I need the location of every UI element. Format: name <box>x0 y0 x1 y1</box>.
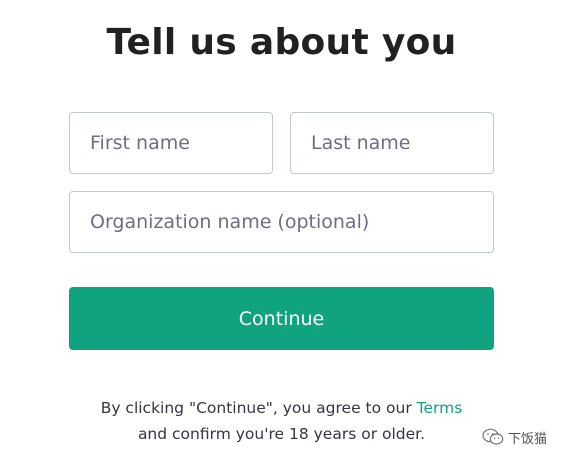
organization-name-input[interactable] <box>69 191 494 253</box>
watermark: 下饭猫 <box>482 426 547 448</box>
wechat-icon <box>482 428 504 446</box>
legal-line2-text: and confirm you're 18 years or older. <box>137 425 426 443</box>
continue-button[interactable]: Continue <box>69 287 494 350</box>
page-title: Tell us about you <box>106 22 457 63</box>
last-name-input[interactable] <box>290 112 494 174</box>
terms-link[interactable]: Terms <box>417 399 463 417</box>
legal-notice: By clicking "Continue", you agree to our… <box>60 395 503 447</box>
first-name-input[interactable] <box>69 112 273 174</box>
legal-line1-text: By clicking "Continue", you agree to our <box>100 399 417 417</box>
watermark-text: 下饭猫 <box>508 431 548 447</box>
